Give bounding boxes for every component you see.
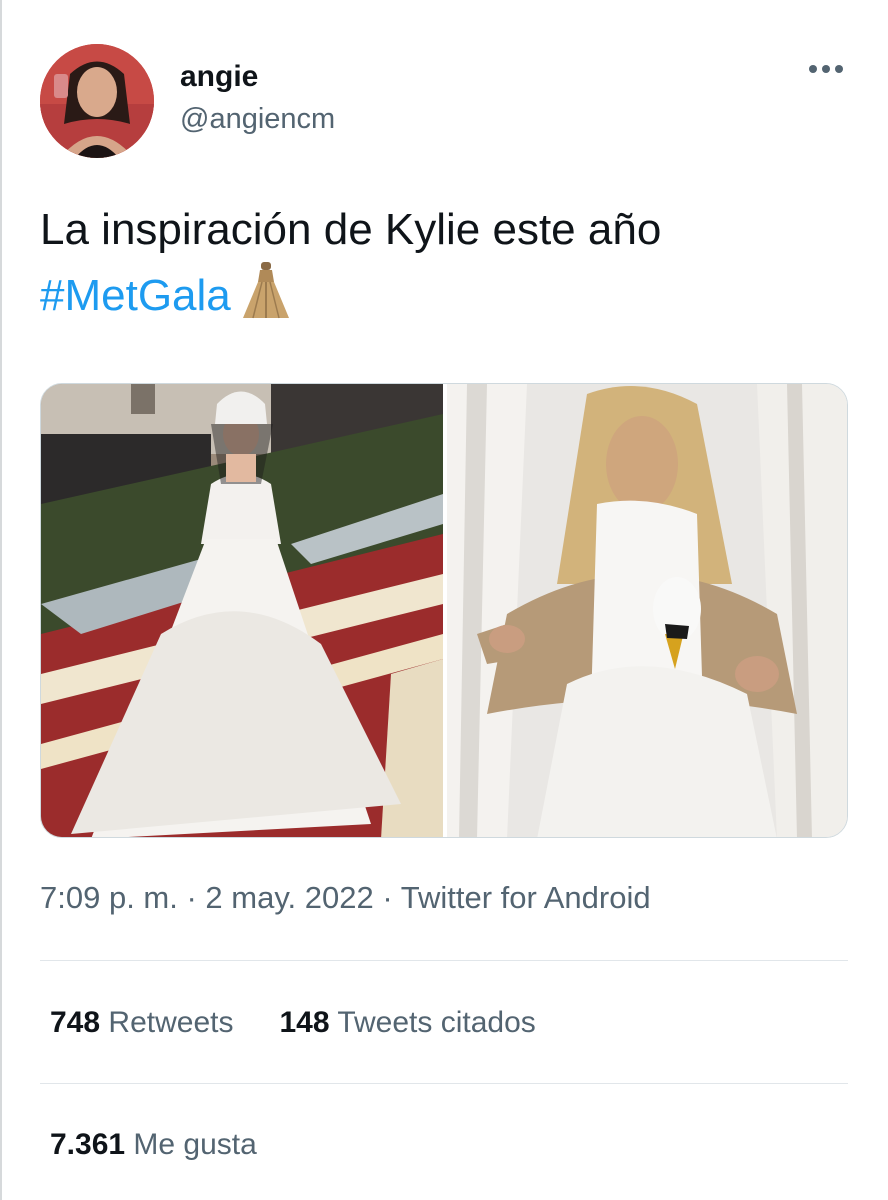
hashtag-link[interactable]: #MetGala [40, 271, 231, 320]
likes-label: Me gusta [133, 1128, 257, 1161]
author-name[interactable]: angie [180, 60, 258, 94]
more-options-button[interactable] [804, 54, 848, 84]
tweet-time[interactable]: 7:09 p. m. [40, 880, 178, 915]
tweet-text: La inspiración de Kylie este año #MetGal… [40, 200, 848, 336]
likes-stat[interactable]: 7.361 Me gusta [50, 1125, 257, 1165]
divider [40, 1083, 848, 1084]
more-icon [809, 65, 843, 73]
quotes-count: 148 [279, 1006, 330, 1039]
quotes-label: Tweets citados [337, 1006, 536, 1039]
dress-emoji-icon [241, 260, 291, 336]
tweet-source[interactable]: Twitter for Android [401, 880, 651, 915]
avatar[interactable] [40, 44, 154, 158]
retweets-label: Retweets [108, 1006, 234, 1039]
tweet-body: La inspiración de Kylie este año [40, 205, 662, 254]
tweet-meta: 7:09 p. m. · 2 may. 2022 · Twitter for A… [40, 878, 651, 918]
tweet-header: angie @angiencm [40, 44, 848, 160]
media-image-right[interactable] [447, 384, 847, 837]
meta-separator: · [177, 880, 206, 915]
likes-stats: 7.361 Me gusta [50, 1125, 257, 1165]
retweets-stat[interactable]: 748 Retweets [50, 1003, 233, 1043]
media-image-left[interactable] [41, 384, 443, 837]
quotes-stat[interactable]: 148 Tweets citados [279, 1003, 535, 1043]
left-border [0, 0, 2, 1200]
engagement-stats: 748 Retweets 148 Tweets citados [50, 1003, 536, 1043]
meta-separator: · [373, 880, 401, 915]
retweets-count: 748 [50, 1006, 101, 1039]
tweet-date[interactable]: 2 may. 2022 [205, 880, 373, 915]
likes-count: 7.361 [50, 1128, 126, 1161]
media-grid[interactable] [40, 383, 848, 838]
author-handle[interactable]: @angiencm [180, 102, 335, 136]
divider [40, 960, 848, 961]
